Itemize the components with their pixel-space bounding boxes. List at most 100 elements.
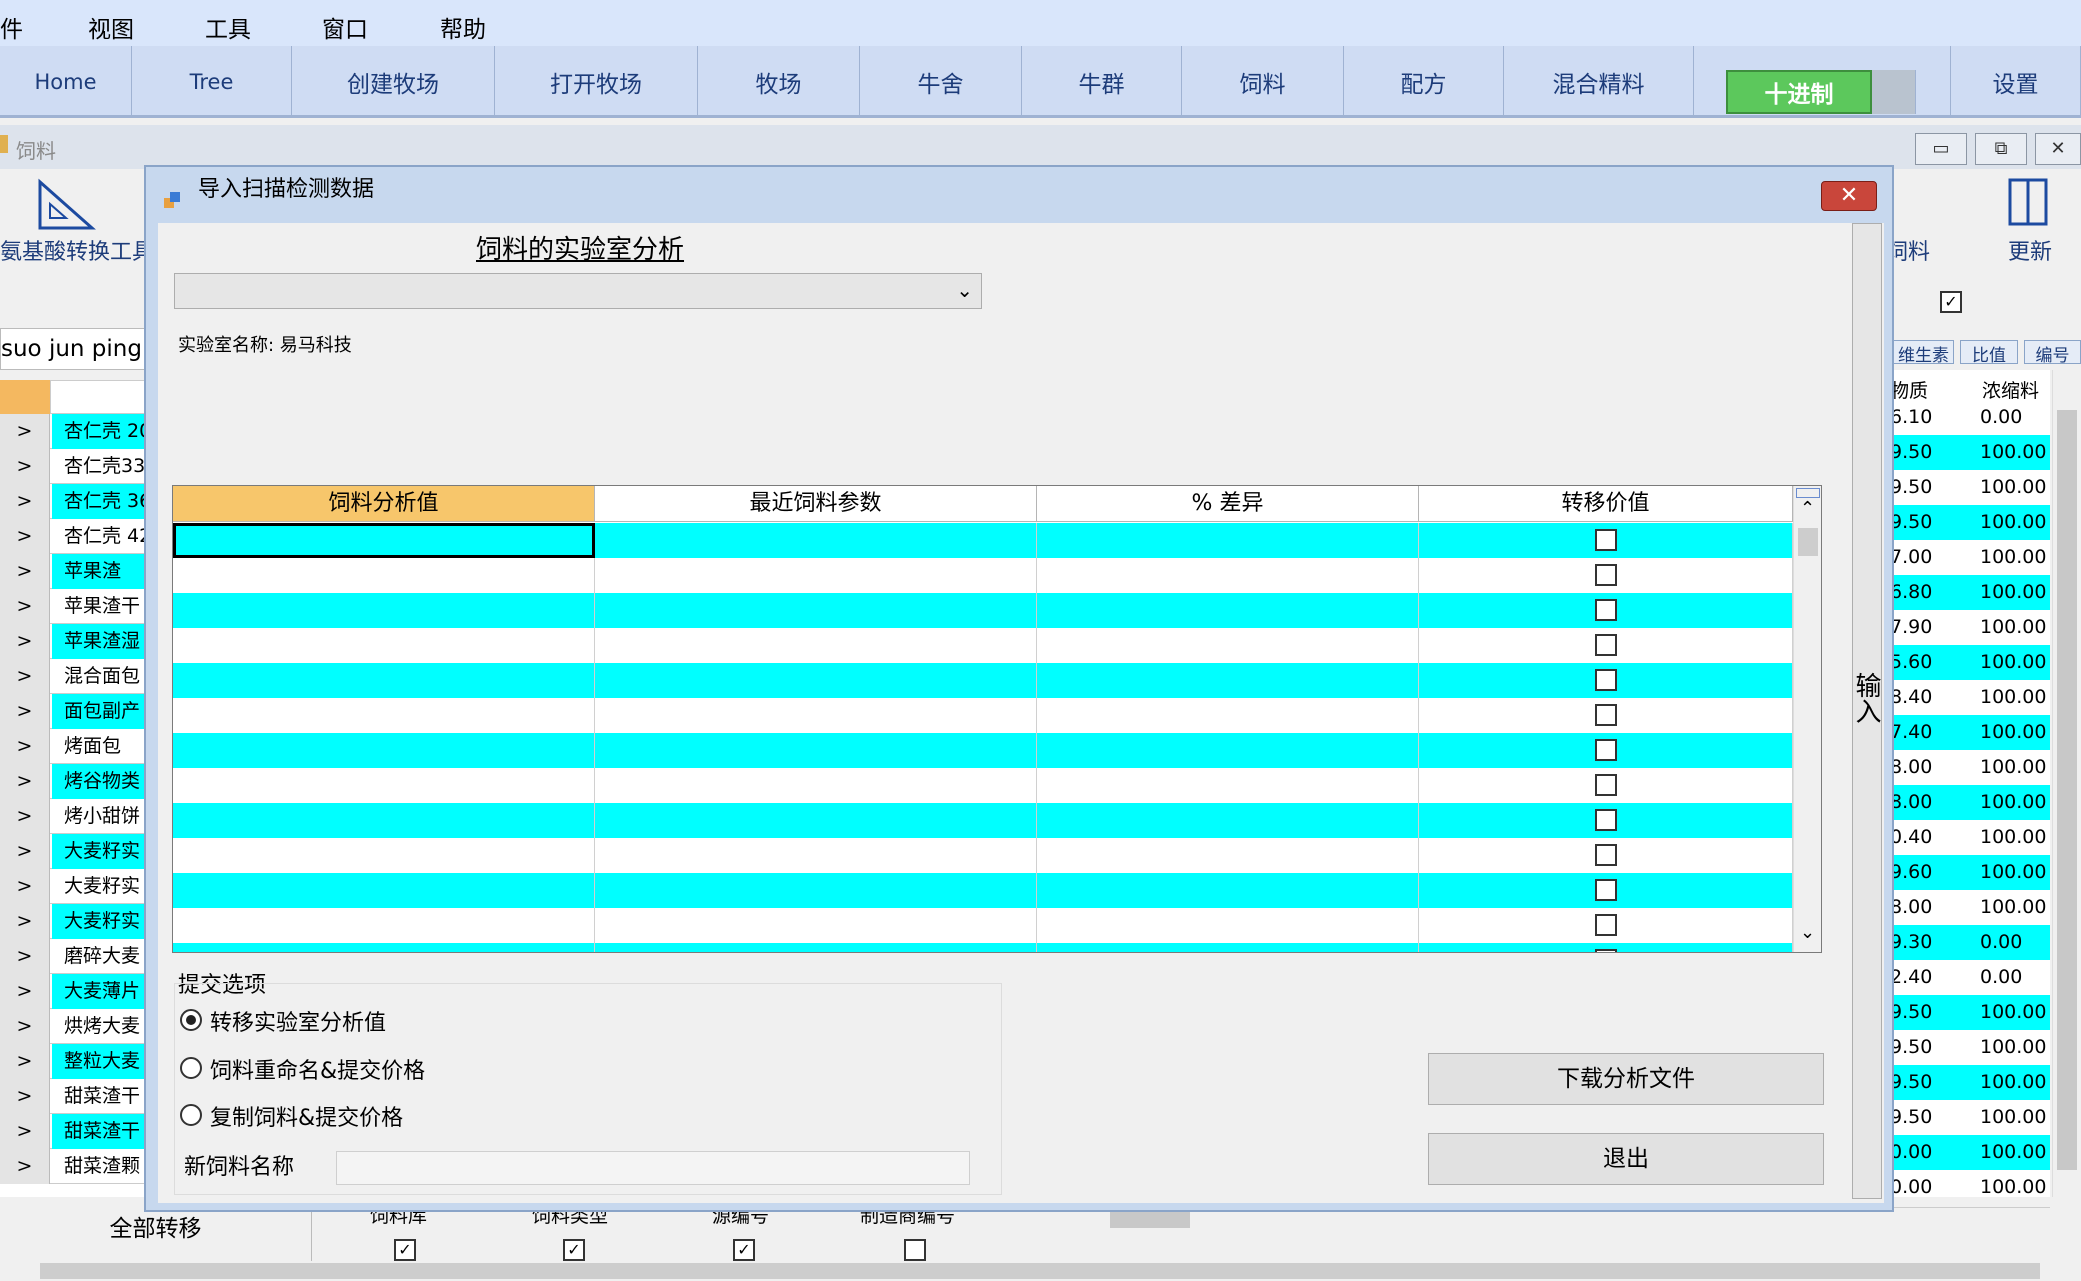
analysis-value-cell[interactable] (173, 698, 595, 733)
row-expand-icon[interactable]: > (0, 624, 50, 659)
feed-list-row[interactable]: > 大麦籽实 (0, 869, 146, 904)
right-scrollbar[interactable] (2052, 370, 2081, 1200)
recent-param-cell[interactable] (595, 558, 1037, 593)
option-transfer-label[interactable]: 转移实验室分析值 (210, 1005, 386, 1037)
row-expand-icon[interactable]: > (0, 939, 50, 974)
tab-barn[interactable]: 牛舍 (860, 46, 1022, 118)
row-expand-icon[interactable]: > (0, 1114, 50, 1149)
feed-list-row[interactable]: > 大麦籽实 (0, 834, 146, 869)
row-expand-icon[interactable]: > (0, 694, 50, 729)
diff-cell[interactable] (1037, 733, 1419, 768)
diff-cell[interactable] (1037, 593, 1419, 628)
row-expand-icon[interactable]: > (0, 519, 50, 554)
feed-list-row[interactable]: > 烤谷物类 (0, 764, 146, 799)
recent-param-cell[interactable] (595, 698, 1037, 733)
option-copy-radio[interactable] (180, 1104, 202, 1126)
option-rename-radio[interactable] (180, 1057, 202, 1079)
scroll-up-icon[interactable]: ⌃ (1800, 498, 1815, 519)
diff-cell[interactable] (1037, 523, 1419, 558)
h-scroll-thumb[interactable] (1110, 1210, 1190, 1228)
analysis-row[interactable] (173, 558, 1793, 593)
feed-list-row[interactable]: > 整粒大麦 (0, 1044, 146, 1079)
amino-tool-button[interactable]: 氨基酸转换工具 (0, 176, 154, 266)
analysis-value-cell[interactable] (173, 628, 595, 663)
download-analysis-button[interactable]: 下载分析文件 (1428, 1053, 1824, 1105)
decimal-toggle[interactable]: 十进制 (1726, 70, 1872, 114)
option-transfer-radio[interactable] (180, 1009, 202, 1031)
recent-param-cell[interactable] (595, 838, 1037, 873)
feed-list-row[interactable]: > 杏仁壳 20 (0, 414, 146, 449)
transfer-checkbox[interactable] (1595, 669, 1617, 691)
transfer-cell[interactable] (1419, 838, 1793, 873)
tab-ratio[interactable]: 比值 (1960, 340, 2018, 366)
analysis-row[interactable] (173, 593, 1793, 628)
transfer-cell[interactable] (1419, 698, 1793, 733)
analysis-value-cell[interactable] (173, 873, 595, 908)
tab-farm[interactable]: 牧场 (698, 46, 860, 118)
analysis-row[interactable] (173, 908, 1793, 943)
update-button[interactable]: 更新 (1980, 176, 2080, 266)
transfer-cell[interactable] (1419, 768, 1793, 803)
col-percent-diff[interactable]: % 差异 (1037, 486, 1419, 522)
menu-window[interactable]: 窗口 (322, 10, 368, 44)
feed-list-row[interactable]: > 甜菜渣干 (0, 1114, 146, 1149)
menu-file[interactable]: 件 (0, 10, 23, 44)
feed-library-checkbox[interactable]: ✓ (394, 1239, 416, 1261)
feed-list-row[interactable]: > 苹果渣 (0, 554, 146, 589)
diff-cell[interactable] (1037, 628, 1419, 663)
row-expand-icon[interactable]: > (0, 1079, 50, 1114)
feed-list-row[interactable]: > 混合面包 (0, 659, 146, 694)
analysis-row[interactable] (173, 628, 1793, 663)
diff-cell[interactable] (1037, 873, 1419, 908)
transfer-checkbox[interactable] (1595, 844, 1617, 866)
tab-create-farm[interactable]: 创建牧场 (292, 46, 495, 118)
menu-view[interactable]: 视图 (88, 10, 134, 44)
recent-param-cell[interactable] (595, 873, 1037, 908)
recent-param-cell[interactable] (595, 803, 1037, 838)
feed-type-checkbox[interactable]: ✓ (563, 1239, 585, 1261)
recent-param-cell[interactable] (595, 523, 1037, 558)
menu-tools[interactable]: 工具 (205, 10, 251, 44)
row-expand-icon[interactable]: > (0, 484, 50, 519)
transfer-checkbox[interactable] (1595, 564, 1617, 586)
feed-list-row[interactable]: > 面包副产 (0, 694, 146, 729)
tab-mixed-concentrate[interactable]: 混合精料 (1504, 46, 1694, 118)
recent-param-cell[interactable] (595, 908, 1037, 943)
decimal-toggle-knob[interactable] (1872, 70, 1916, 114)
diff-cell[interactable] (1037, 803, 1419, 838)
transfer-checkbox[interactable] (1595, 704, 1617, 726)
feed-list-row[interactable]: > 烤面包 (0, 729, 146, 764)
feed-list-row[interactable]: > 杏仁壳 36 (0, 484, 146, 519)
transfer-cell[interactable] (1419, 628, 1793, 663)
analysis-row[interactable] (173, 838, 1793, 873)
recent-param-cell[interactable] (595, 593, 1037, 628)
feed-list-row[interactable]: > 烘烤大麦 (0, 1009, 146, 1044)
analysis-row[interactable] (173, 803, 1793, 838)
row-expand-icon[interactable]: > (0, 799, 50, 834)
transfer-cell[interactable] (1419, 593, 1793, 628)
col-feed-analysis[interactable]: 饲料分析值 (173, 486, 595, 522)
analysis-row[interactable] (173, 768, 1793, 803)
tab-number[interactable]: 编号 (2024, 340, 2081, 366)
tab-home[interactable]: Home (0, 46, 132, 118)
maker-number-checkbox[interactable] (904, 1239, 926, 1261)
user-name-field[interactable]: suo jun ping (0, 328, 146, 370)
feed-list-row[interactable]: > 烤小甜饼 (0, 799, 146, 834)
analysis-value-cell[interactable] (173, 943, 595, 952)
analysis-value-cell[interactable] (173, 558, 595, 593)
transfer-checkbox[interactable] (1595, 774, 1617, 796)
row-expand-icon[interactable]: > (0, 589, 50, 624)
transfer-checkbox[interactable] (1595, 809, 1617, 831)
analysis-row[interactable] (173, 663, 1793, 698)
row-expand-icon[interactable]: > (0, 834, 50, 869)
transfer-cell[interactable] (1419, 523, 1793, 558)
feed-list-row[interactable]: > 磨碎大麦 (0, 939, 146, 974)
feed-list-row[interactable]: > 杏仁壳 42 (0, 519, 146, 554)
tab-settings[interactable]: 设置 (1950, 46, 2081, 118)
row-expand-icon[interactable]: > (0, 904, 50, 939)
scroll-down-icon[interactable]: ⌄ (1800, 922, 1815, 943)
feed-list-row[interactable]: > 苹果渣湿 (0, 624, 146, 659)
dialog-close-button[interactable]: ✕ (1821, 181, 1877, 211)
tab-tree[interactable]: Tree (132, 46, 292, 118)
row-expand-icon[interactable]: > (0, 1044, 50, 1079)
